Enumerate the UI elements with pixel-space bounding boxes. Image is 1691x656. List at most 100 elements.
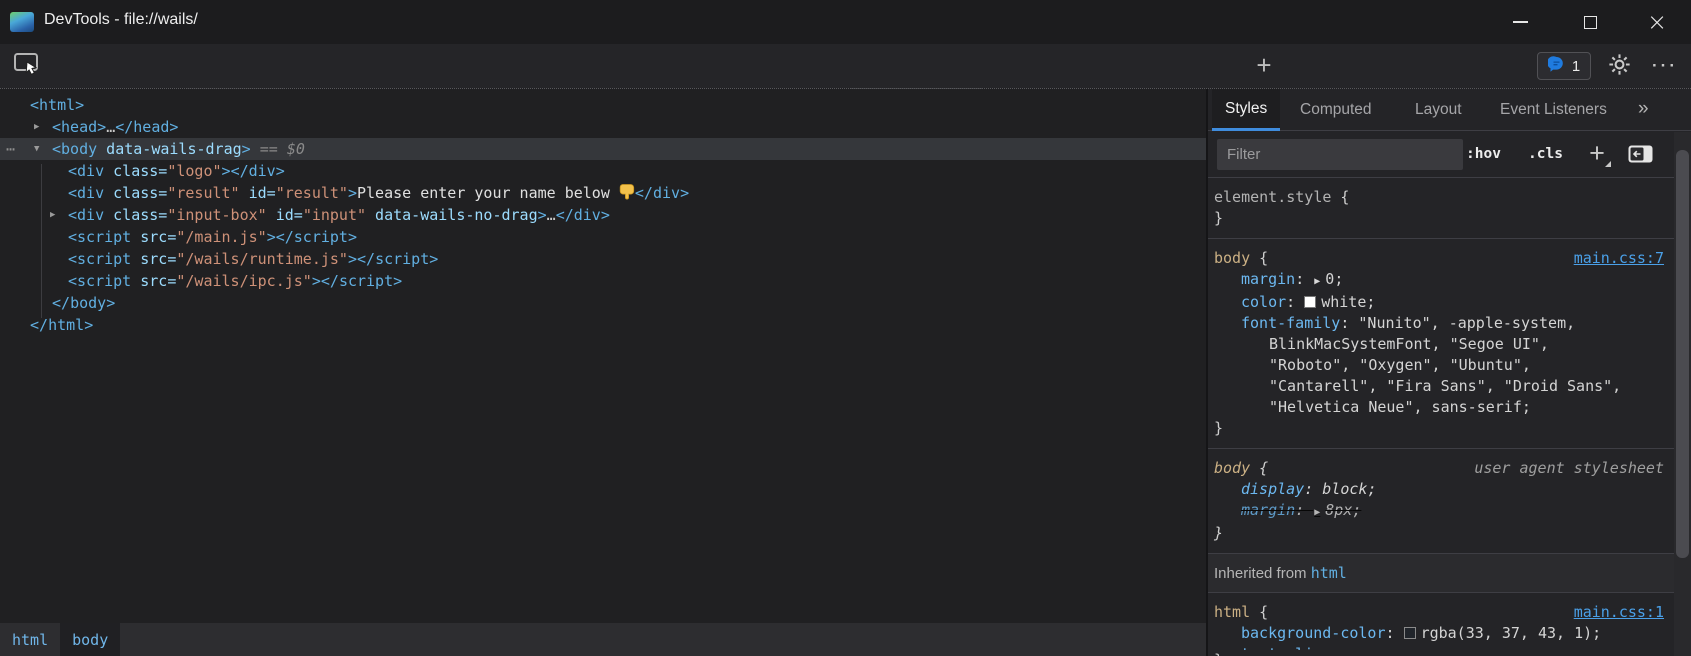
code-token: … [547,206,556,224]
css-declaration[interactable]: margin: ▶8px; [1208,500,1674,523]
css-selector-row[interactable]: body {user agent stylesheet [1208,458,1674,479]
css-token: ; [1592,624,1601,642]
css-token: margin [1241,270,1295,288]
inspect-element-button[interactable] [10,52,44,80]
sidebar-tab-event-listeners[interactable]: Event Listeners [1500,89,1607,131]
color-swatch[interactable] [1304,296,1316,308]
add-tab-button[interactable]: + [1248,44,1280,88]
sidebar-tab-layout[interactable]: Layout [1415,89,1462,131]
dom-tree-row[interactable]: </body> [0,292,1206,314]
code-token: > [242,140,251,158]
css-declaration[interactable]: background-color: rgba(33, 37, 43, 1); [1208,623,1674,644]
expand-shorthand-icon[interactable]: ▶ [1314,507,1320,518]
close-brace: } [1214,419,1223,437]
css-declaration[interactable]: display: block; [1208,479,1674,500]
code-token: div [77,206,104,224]
scrollbar-thumb[interactable] [1676,150,1689,558]
css-declaration[interactable]: BlinkMacSystemFont, "Segoe UI", [1208,334,1674,355]
code-token: > [538,206,547,224]
inherited-text: Inherited from [1214,565,1311,582]
close-icon: × [1647,12,1667,32]
dom-tree-row[interactable]: <script src="/main.js"></script> [0,226,1206,248]
dropdown-corner-icon [1605,161,1611,167]
declaration-text: "Helvetica Neue", sans-serif; [1269,398,1531,416]
issues-button[interactable]: 1 [1537,52,1591,80]
breadcrumb-item-html[interactable]: html [0,623,60,656]
css-rule-section: element.style {} [1208,178,1674,238]
pointing-down-emoji [619,184,635,202]
dom-tree-row[interactable]: ⋯▼<body data-wails-drag> == $0 [0,138,1206,160]
css-selector: html [1214,603,1250,621]
close-window-button[interactable]: × [1634,0,1680,44]
code-token: > [276,162,285,180]
css-selector-row[interactable]: element.style { [1208,187,1674,208]
devtools-tab-bar: WelcomeElementsConsoleSourcesNetworkPerf… [0,44,1691,88]
css-declaration[interactable]: font-family: "Nunito", -apple-system, [1208,313,1674,334]
minimize-button[interactable] [1497,0,1543,44]
breadcrumb-item-body[interactable]: body [60,623,120,656]
css-token: color [1241,293,1286,311]
code-token: < [68,184,77,202]
close-brace-row: } [1208,650,1674,656]
code-token: </ [231,162,249,180]
dom-tree-row[interactable]: <script src="/wails/runtime.js"></script… [0,248,1206,270]
css-token: : [1295,501,1313,519]
code-token: > [75,96,84,114]
css-token: : [1304,480,1322,498]
tab-overflow-chevron-icon[interactable]: » [1638,89,1649,131]
code-token: div [653,184,680,202]
code-token: class= [104,184,167,202]
toggle-sidebar-button[interactable] [1628,145,1653,168]
plus-icon: + [1589,138,1605,168]
dom-tree-row[interactable]: <div class="result" id="result">Please e… [0,182,1206,204]
toggle-element-state-button[interactable]: :hov [1466,139,1501,170]
code-token: > [312,272,321,290]
breadcrumb: htmlbody [0,623,1206,656]
css-declaration[interactable]: "Roboto", "Oxygen", "Ubuntu", [1208,355,1674,376]
sidebar-tab-computed[interactable]: Computed [1300,89,1372,131]
css-selector-row[interactable]: body {main.css:7 [1208,248,1674,269]
dom-tree-row[interactable]: ▶<head>…</head> [0,116,1206,138]
collapse-arrow-icon[interactable]: ▶ [50,204,55,226]
css-rule-section: body {main.css:7margin: ▶0;color: white;… [1208,238,1674,448]
code-token: script [294,228,348,246]
code-token: "logo" [167,162,221,180]
maximize-button[interactable] [1567,0,1613,44]
code-token: < [30,96,39,114]
css-declaration[interactable]: "Helvetica Neue", sans-serif; [1208,397,1674,418]
dom-tree-row[interactable]: <div class="logo"></div> [0,160,1206,182]
declaration-text: BlinkMacSystemFont, "Segoe UI", [1269,335,1549,353]
css-selector-row[interactable]: html {main.css:1 [1208,602,1674,623]
code-token: script [375,250,429,268]
code-token: head [133,118,169,136]
css-declaration[interactable]: color: white; [1208,292,1674,313]
color-swatch[interactable] [1404,627,1416,639]
code-token: head [61,118,97,136]
css-declaration[interactable]: "Cantarell", "Fira Sans", "Droid Sans", [1208,376,1674,397]
dom-tree-row[interactable]: ▶<div class="input-box" id="input" data-… [0,204,1206,226]
dom-tree-row[interactable]: <html> [0,94,1206,116]
stylesheet-source-link[interactable]: main.css:1 [1574,602,1664,623]
css-token: ; [1367,480,1376,498]
sidebar-tab-styles[interactable]: Styles [1212,89,1280,131]
styles-filter-input[interactable] [1217,139,1463,170]
more-options-button[interactable]: ··· [1650,53,1680,81]
row-overflow-dots-icon[interactable]: ⋯ [6,138,16,160]
gear-icon [1608,53,1631,81]
code-token: id= [240,184,276,202]
element-classes-button[interactable]: .cls [1528,139,1563,170]
inherited-node-link[interactable]: html [1311,564,1347,582]
collapse-arrow-icon[interactable]: ▶ [34,116,39,138]
settings-button[interactable] [1605,53,1633,81]
code-token: </ [30,316,48,334]
stylesheet-source-link[interactable]: main.css:7 [1574,248,1664,269]
dom-tree-row[interactable]: </html> [0,314,1206,336]
expand-arrow-icon[interactable]: ▼ [34,138,39,160]
css-declaration[interactable]: margin: ▶0; [1208,269,1674,292]
code-token: div [574,206,601,224]
css-token: "Helvetica Neue", sans-serif; [1269,398,1531,416]
sidebar-scrollbar[interactable] [1674,132,1691,656]
new-style-rule-button[interactable]: + [1580,137,1614,171]
dom-tree-row[interactable]: <script src="/wails/ipc.js"></script> [0,270,1206,292]
expand-shorthand-icon[interactable]: ▶ [1314,276,1320,287]
